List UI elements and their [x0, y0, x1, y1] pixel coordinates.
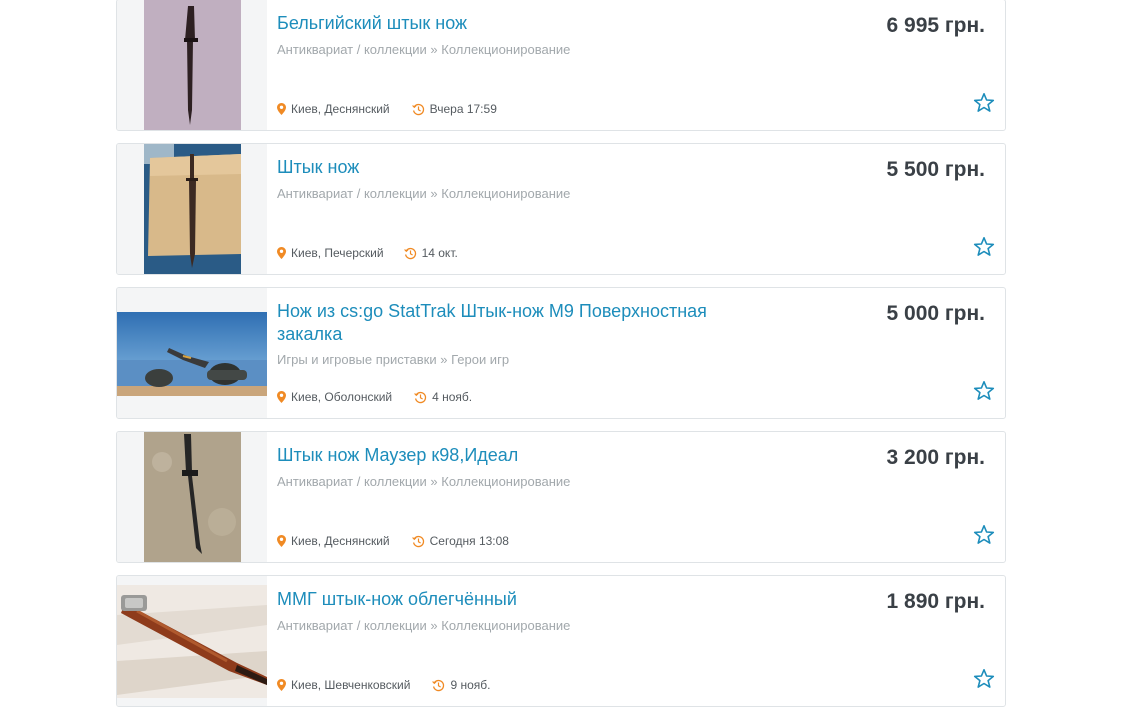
listing-meta: Киев, Деснянский Вчера 17:59 — [277, 102, 497, 116]
listing-card: Нож из cs:go StatTrak Штык-нож M9 Поверх… — [116, 287, 1006, 419]
listing-price: 1 890 грн. — [886, 590, 985, 613]
listing-category: Игры и игровые приставки » Герои игр — [277, 352, 510, 367]
listing-title[interactable]: Нож из cs:go StatTrak Штык-нож M9 Поверх… — [277, 300, 727, 346]
history-clock-icon — [411, 535, 424, 547]
listing-meta: Киев, Оболонский 4 нояб. — [277, 390, 472, 404]
listing-location: Киев, Шевченковский — [291, 678, 411, 692]
listing-photo[interactable] — [117, 312, 267, 396]
listing-location: Киев, Печерский — [291, 246, 384, 260]
listing-category: Антиквариат / коллекции » Коллекциониров… — [277, 474, 571, 489]
map-pin-icon — [277, 247, 286, 259]
listing-price: 5 500 грн. — [886, 158, 985, 181]
listing-thumbnail-cell[interactable] — [117, 144, 267, 274]
map-pin-icon — [277, 535, 286, 547]
listing-location: Киев, Деснянский — [291, 102, 390, 116]
listing-category: Антиквариат / коллекции » Коллекциониров… — [277, 186, 571, 201]
listing-date: Вчера 17:59 — [429, 102, 497, 116]
favorite-star-icon[interactable] — [973, 524, 995, 546]
listing-thumbnail-cell[interactable] — [117, 0, 267, 130]
listing-thumbnail-cell[interactable] — [117, 576, 267, 706]
history-clock-icon — [432, 679, 445, 691]
listing-card: ММГ штык-нож облегчённый Антиквариат / к… — [116, 575, 1006, 707]
listing-date: Сегодня 13:08 — [429, 534, 509, 548]
listing-photo[interactable] — [144, 0, 241, 130]
listing-meta: Киев, Деснянский Сегодня 13:08 — [277, 534, 509, 548]
listing-card: Штык нож Антиквариат / коллекции » Колле… — [116, 143, 1006, 275]
listing-price: 6 995 грн. — [886, 14, 985, 37]
listing-photo[interactable] — [144, 432, 241, 562]
listing-title[interactable]: ММГ штык-нож облегчённый — [277, 588, 727, 611]
listing-meta: Киев, Шевченковский 9 нояб. — [277, 678, 490, 692]
listing-title[interactable]: Штык нож — [277, 156, 727, 179]
listing-photo[interactable] — [117, 585, 267, 698]
listing-location: Киев, Деснянский — [291, 534, 390, 548]
listing-price: 3 200 грн. — [886, 446, 985, 469]
listing-photo[interactable] — [144, 144, 241, 274]
listing-card: Штык нож Маузер к98,Идеал Антиквариат / … — [116, 431, 1006, 563]
map-pin-icon — [277, 391, 286, 403]
listing-thumbnail-cell[interactable] — [117, 288, 267, 418]
history-clock-icon — [411, 103, 424, 115]
listing-date: 9 нояб. — [450, 678, 491, 692]
favorite-star-icon[interactable] — [973, 236, 995, 258]
listing-category: Антиквариат / коллекции » Коллекциониров… — [277, 42, 571, 57]
map-pin-icon — [277, 679, 286, 691]
history-clock-icon — [414, 391, 427, 403]
listing-title[interactable]: Бельгийский штык нож — [277, 12, 727, 35]
listing-price: 5 000 грн. — [886, 302, 985, 325]
favorite-star-icon[interactable] — [973, 92, 995, 114]
listing-card: Бельгийский штык нож Антиквариат / колле… — [116, 0, 1006, 131]
listing-location: Киев, Оболонский — [291, 390, 393, 404]
map-pin-icon — [277, 103, 286, 115]
listing-thumbnail-cell[interactable] — [117, 432, 267, 562]
listing-title[interactable]: Штык нож Маузер к98,Идеал — [277, 444, 727, 467]
favorite-star-icon[interactable] — [973, 668, 995, 690]
favorite-star-icon[interactable] — [973, 380, 995, 402]
listing-date: 14 окт. — [421, 246, 458, 260]
listing-meta: Киев, Печерский 14 окт. — [277, 246, 458, 260]
listing-date: 4 нояб. — [432, 390, 473, 404]
listing-category: Антиквариат / коллекции » Коллекциониров… — [277, 618, 571, 633]
history-clock-icon — [403, 247, 416, 259]
